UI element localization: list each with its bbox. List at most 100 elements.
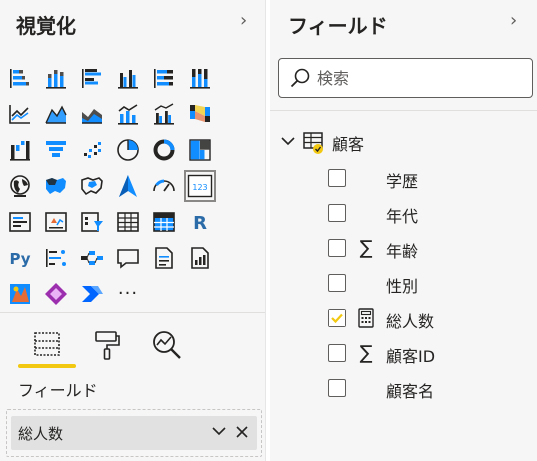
gauge-icon[interactable] — [148, 168, 180, 204]
checkmark-icon — [329, 310, 345, 326]
area-chart-icon[interactable] — [40, 96, 72, 132]
svg-text:123: 123 — [192, 183, 207, 192]
treemap-icon[interactable] — [184, 132, 216, 168]
stacked-bar-chart-icon[interactable] — [4, 60, 36, 96]
empty-cell — [220, 96, 252, 132]
table-node-customer[interactable]: 顧客 — [280, 128, 530, 158]
table-name: 顧客 — [332, 135, 365, 154]
field-name: 年代 — [386, 207, 419, 226]
field-name: 年齢 — [386, 242, 419, 261]
arcgis-map-icon[interactable] — [4, 276, 36, 312]
field-row-total-count[interactable]: 総人数 — [328, 303, 528, 333]
collapse-visualizations-chevron-icon[interactable]: › — [240, 12, 247, 30]
shape-map-icon[interactable] — [76, 168, 108, 204]
active-tab-indicator — [18, 364, 76, 368]
power-automate-icon[interactable] — [76, 276, 108, 312]
visualizations-pane: 視覚化 › 123 R Py ··· フィールド 総人数 — [0, 0, 265, 461]
more-visuals-icon[interactable]: ··· — [112, 276, 144, 312]
100-stacked-column-chart-icon[interactable] — [184, 60, 216, 96]
scatter-chart-icon[interactable] — [76, 132, 108, 168]
field-checkbox[interactable] — [328, 169, 346, 187]
sigma-icon: ∑ — [359, 342, 373, 364]
field-checkbox[interactable] — [328, 274, 346, 292]
multi-row-card-icon[interactable] — [4, 204, 36, 240]
card-visual-icon[interactable]: 123 — [184, 168, 216, 204]
visualizations-title: 視覚化 — [16, 14, 76, 38]
field-checkbox[interactable] — [328, 239, 346, 257]
values-well[interactable]: 総人数 — [6, 409, 262, 457]
donut-chart-icon[interactable] — [148, 132, 180, 168]
key-influencers-icon[interactable] — [40, 240, 72, 276]
field-row-age[interactable]: ∑ 年齢 — [328, 233, 528, 263]
line-chart-icon[interactable] — [4, 96, 36, 132]
stacked-column-chart-icon[interactable] — [40, 60, 72, 96]
sigma-icon: ∑ — [359, 237, 373, 259]
clustered-bar-chart-icon[interactable] — [76, 60, 108, 96]
collapse-fields-chevron-icon[interactable]: › — [510, 12, 517, 30]
power-apps-icon[interactable] — [40, 276, 72, 312]
well-field-label: 総人数 — [18, 425, 64, 443]
field-row-customer-id[interactable]: ∑ 顧客ID — [328, 338, 528, 368]
remove-field-icon[interactable] — [235, 425, 249, 442]
line-and-clustered-column-icon[interactable] — [148, 96, 180, 132]
fields-search-box[interactable] — [278, 58, 533, 98]
field-name: 性別 — [386, 277, 419, 296]
decomposition-tree-icon[interactable] — [76, 240, 108, 276]
field-row-age-group[interactable]: 年代 — [328, 198, 528, 228]
slicer-icon[interactable] — [76, 204, 108, 240]
clustered-column-chart-icon[interactable] — [112, 60, 144, 96]
field-checkbox[interactable] — [328, 344, 346, 362]
map-icon[interactable] — [4, 168, 36, 204]
field-checkbox[interactable] — [328, 379, 346, 397]
stacked-area-chart-icon[interactable] — [76, 96, 108, 132]
fields-tab[interactable] — [24, 322, 70, 368]
pie-chart-icon[interactable] — [112, 132, 144, 168]
well-field-chip[interactable]: 総人数 — [11, 416, 257, 450]
paginated-report-icon[interactable] — [184, 240, 216, 276]
table-icon — [303, 132, 323, 154]
fields-title: フィールド — [288, 14, 388, 38]
divider — [270, 110, 537, 111]
empty-cell — [220, 204, 252, 240]
chevron-down-icon[interactable] — [211, 425, 227, 440]
field-row-education[interactable]: 学歴 — [328, 163, 528, 193]
kpi-icon[interactable] — [40, 204, 72, 240]
field-row-customer-name[interactable]: 顧客名 — [328, 373, 528, 403]
paint-roller-icon — [95, 331, 120, 360]
funnel-chart-icon[interactable] — [40, 132, 72, 168]
r-script-visual-icon[interactable]: R — [184, 204, 216, 240]
python-visual-icon[interactable]: Py — [4, 240, 36, 276]
field-checkbox-checked[interactable] — [328, 309, 346, 327]
format-tab[interactable] — [84, 322, 130, 368]
analytics-tab[interactable] — [144, 322, 190, 368]
calculator-icon — [356, 307, 376, 329]
svg-text:Py: Py — [9, 250, 30, 268]
qa-visual-icon[interactable] — [112, 240, 144, 276]
field-checkbox[interactable] — [328, 204, 346, 222]
svg-text:R: R — [193, 213, 207, 234]
search-input[interactable] — [317, 67, 517, 89]
waterfall-chart-icon[interactable] — [4, 132, 36, 168]
smart-narrative-icon[interactable] — [148, 240, 180, 276]
empty-cell — [220, 132, 252, 168]
line-and-stacked-column-icon[interactable] — [112, 96, 144, 132]
visual-gallery: 123 R Py ··· — [4, 60, 260, 312]
filled-map-icon[interactable] — [40, 168, 72, 204]
search-icon — [290, 68, 310, 88]
ribbon-chart-icon[interactable] — [184, 96, 216, 132]
empty-cell — [220, 60, 252, 96]
chevron-down-icon[interactable] — [280, 133, 296, 149]
empty-cell — [220, 168, 252, 204]
analytics-magnifier-icon — [153, 331, 181, 359]
field-name: 学歴 — [386, 172, 419, 191]
100-stacked-bar-chart-icon[interactable] — [148, 60, 180, 96]
azure-map-icon[interactable] — [112, 168, 144, 204]
field-row-gender[interactable]: 性別 — [328, 268, 528, 298]
fields-grid-icon — [34, 332, 60, 356]
table-visual-icon[interactable] — [112, 204, 144, 240]
fields-section-label: フィールド — [18, 381, 98, 400]
fields-pane: フィールド › 顧客 学歴 年代 ∑ 年齢 性別 — [270, 0, 537, 461]
field-name: 総人数 — [386, 312, 435, 331]
empty-cell — [220, 240, 252, 276]
matrix-visual-icon[interactable] — [148, 204, 180, 240]
